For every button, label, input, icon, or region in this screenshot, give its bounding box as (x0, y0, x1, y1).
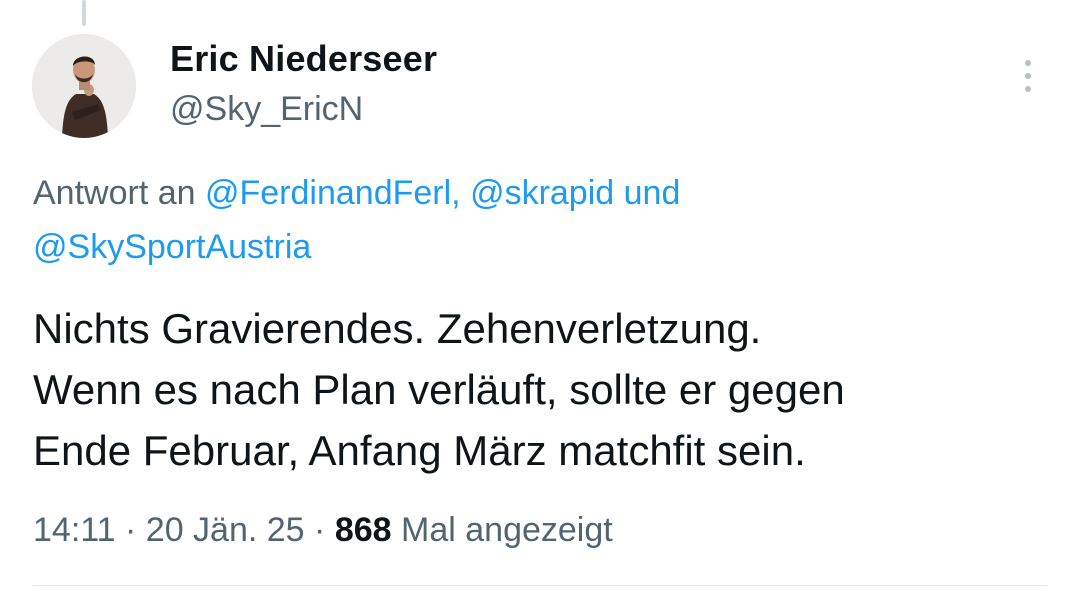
tweet-line: Wenn es nach Plan verläuft, sollte er ge… (33, 366, 845, 413)
author-info: Eric Niederseer @Sky_EricN (170, 38, 437, 130)
more-options-button[interactable] (1014, 56, 1042, 96)
tweet-line: Ende Februar, Anfang März matchfit sein. (33, 427, 806, 474)
meta-separator: · (125, 511, 137, 549)
meta-separator: · (314, 511, 326, 549)
views-count: 868 (334, 511, 392, 549)
reply-prefix: Antwort an (33, 174, 196, 212)
tweet-metadata: 14:11 · 20 Jän. 25 · 868 Mal angezeigt (33, 506, 613, 554)
mention-skysportaustria[interactable]: @SkySportAustria (33, 228, 311, 266)
thread-connector-line (82, 0, 86, 26)
tweet-time[interactable]: 14:11 (33, 511, 116, 549)
author-handle[interactable]: @Sky_EricN (170, 88, 437, 130)
divider (33, 585, 1047, 586)
tweet-date[interactable]: 20 Jän. 25 (146, 511, 305, 549)
tweet-line: Nichts Gravierendes. Zehenverletzung. (33, 305, 762, 352)
author-display-name[interactable]: Eric Niederseer (170, 38, 437, 80)
mention-skrapid[interactable]: @skrapid (470, 174, 614, 212)
tweet-body: Nichts Gravierendes. Zehenverletzung. We… (33, 298, 1063, 481)
author-avatar[interactable] (32, 34, 136, 138)
reply-conjunction[interactable]: und (624, 174, 681, 212)
views-label: Mal angezeigt (401, 511, 613, 549)
more-vertical-icon (1025, 60, 1031, 92)
reply-context: Antwort an @FerdinandFerl, @skrapid und … (33, 166, 1033, 274)
mention-ferdinandferl[interactable]: @FerdinandFerl, (205, 174, 461, 212)
